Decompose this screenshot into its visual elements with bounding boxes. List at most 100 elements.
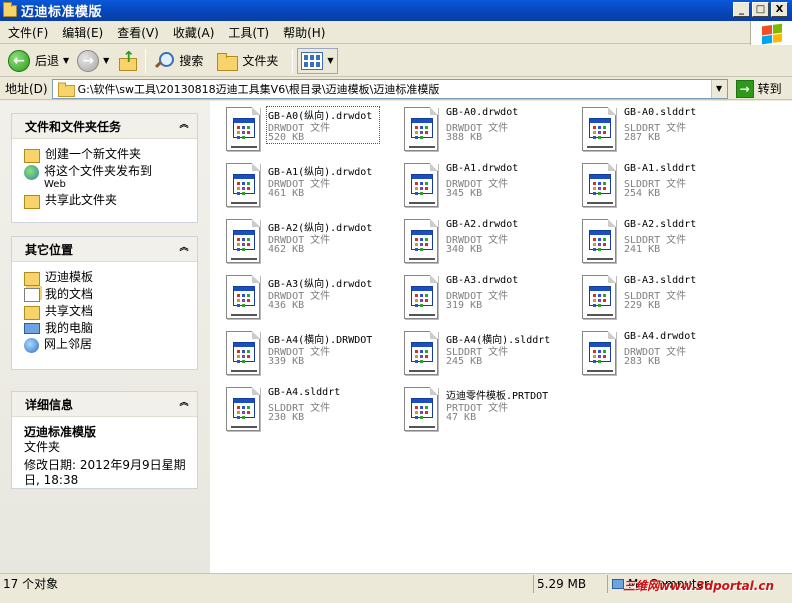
file-name: GB-A0.drwdot xyxy=(446,107,519,118)
toolbar-separator xyxy=(292,48,294,73)
search-button[interactable]: 搜索 xyxy=(150,48,207,74)
place-maidi-templates[interactable]: 迈迪模板 xyxy=(24,271,189,286)
file-item[interactable]: GB-A2.slddrt SLDDRT 文件 241 KB xyxy=(570,217,742,269)
close-button[interactable]: X xyxy=(771,2,788,17)
back-button[interactable]: ← 后退 ▼ xyxy=(4,48,73,74)
file-item[interactable]: GB-A3.drwdot DRWDOT 文件 319 KB xyxy=(392,273,564,325)
toolbar-separator xyxy=(145,48,147,73)
chevron-down-icon[interactable]: ▼ xyxy=(103,56,109,65)
go-label: 转到 xyxy=(757,82,782,96)
file-item[interactable]: 迈迪零件模板.PRTDOT PRTDOT 文件 47 KB xyxy=(392,385,564,437)
file-item[interactable]: GB-A1.slddrt SLDDRT 文件 254 KB xyxy=(570,161,742,213)
template-file-icon xyxy=(400,331,440,377)
place-my-documents[interactable]: 我的文档 xyxy=(24,288,189,302)
detail-type: 文件夹 xyxy=(24,440,61,454)
template-file-icon xyxy=(578,219,618,265)
menu-view[interactable]: 查看(V) xyxy=(110,24,166,41)
file-item[interactable]: GB-A3.slddrt SLDDRT 文件 229 KB xyxy=(570,273,742,325)
collapse-icon[interactable]: ︽ xyxy=(177,119,191,133)
minimize-button[interactable]: _ xyxy=(733,2,750,17)
template-file-icon xyxy=(222,387,262,433)
up-folder-button[interactable] xyxy=(113,48,141,74)
forward-button[interactable]: → ▼ xyxy=(73,48,113,74)
views-button[interactable]: ▼ xyxy=(297,47,338,74)
folder-icon xyxy=(217,52,239,71)
details-panel: 详细信息 ︽ 迈迪标准模版 文件夹 修改日期: 2012年9月9日星期 日, 1… xyxy=(11,391,198,489)
task-new-folder[interactable]: 创建一个新文件夹 xyxy=(24,147,189,163)
back-arrow-icon: ← xyxy=(8,49,30,72)
detail-modified: 修改日期: 2012年9月9日星期 xyxy=(24,458,186,472)
go-button[interactable]: → 转到 xyxy=(735,79,782,98)
maximize-button[interactable]: □ xyxy=(752,2,769,17)
file-size: 340 KB xyxy=(446,244,483,255)
folders-button[interactable]: 文件夹 xyxy=(213,48,282,74)
menu-tools[interactable]: 工具(T) xyxy=(221,24,276,41)
title-bar: 迈迪标准模版 _ □ X xyxy=(0,0,792,21)
file-item[interactable]: GB-A0(纵向).drwdot DRWDOT 文件 520 KB xyxy=(214,105,386,157)
search-label: 搜索 xyxy=(179,54,204,68)
file-size: 241 KB xyxy=(624,244,661,255)
places-panel: 其它位置 ︽ 迈迪模板 我的文档 共享文档 我的电脑 网上邻居 xyxy=(11,236,198,370)
tasks-panel: 文件和文件夹任务 ︽ 创建一个新文件夹 将这个文件夹发布到 Web 共享此文件夹 xyxy=(11,113,198,223)
template-file-icon xyxy=(400,107,440,153)
window-title: 迈迪标准模版 xyxy=(21,5,103,20)
task-label: 创建一个新文件夹 xyxy=(45,147,142,161)
place-network[interactable]: 网上邻居 xyxy=(24,338,189,353)
go-arrow-icon: → xyxy=(735,79,754,98)
file-size: 287 KB xyxy=(624,132,661,143)
places-panel-header[interactable]: 其它位置 ︽ xyxy=(12,237,197,262)
detail-name: 迈迪标准模版 xyxy=(24,425,97,439)
file-item[interactable]: GB-A1.drwdot DRWDOT 文件 345 KB xyxy=(392,161,564,213)
task-label: 共享此文件夹 xyxy=(45,193,118,207)
details-panel-title: 详细信息 xyxy=(25,397,74,412)
file-item[interactable]: GB-A1(纵向).drwdot DRWDOT 文件 461 KB xyxy=(214,161,386,213)
windows-logo-icon xyxy=(750,21,792,46)
folder-icon xyxy=(3,1,17,17)
address-path: G:\软件\sw工具\20130818迈迪工具集V6\根目录\迈迪模板\迈迪标准… xyxy=(77,82,440,96)
file-item[interactable]: GB-A4.drwdot DRWDOT 文件 283 KB xyxy=(570,329,742,381)
chevron-down-icon[interactable]: ▼ xyxy=(710,79,727,98)
file-name: GB-A3.drwdot xyxy=(446,275,519,286)
chevron-down-icon[interactable]: ▼ xyxy=(327,56,333,65)
share-folder-icon xyxy=(24,195,40,209)
details-panel-header[interactable]: 详细信息 ︽ xyxy=(12,392,197,417)
file-size: 339 KB xyxy=(268,356,305,367)
template-file-icon xyxy=(578,331,618,377)
network-icon xyxy=(24,338,39,353)
place-label: 共享文档 xyxy=(45,304,94,318)
task-share-folder[interactable]: 共享此文件夹 xyxy=(24,193,189,209)
task-pane: 文件和文件夹任务 ︽ 创建一个新文件夹 将这个文件夹发布到 Web 共享此文件夹 xyxy=(0,101,210,573)
file-name: GB-A0.slddrt xyxy=(624,107,697,118)
template-file-icon xyxy=(222,219,262,265)
file-item[interactable]: GB-A0.drwdot DRWDOT 文件 388 KB xyxy=(392,105,564,157)
address-bar: 地址(D) G:\软件\sw工具\20130818迈迪工具集V6\根目录\迈迪模… xyxy=(0,78,792,100)
address-field[interactable]: G:\软件\sw工具\20130818迈迪工具集V6\根目录\迈迪模板\迈迪标准… xyxy=(51,78,728,99)
place-my-computer[interactable]: 我的电脑 xyxy=(24,322,189,335)
file-item[interactable]: GB-A0.slddrt SLDDRT 文件 287 KB xyxy=(570,105,742,157)
toolbar: ← 后退 ▼ → ▼ 搜索 文件夹 ▼ xyxy=(0,45,792,77)
collapse-icon[interactable]: ︽ xyxy=(177,397,191,411)
file-name: GB-A4.drwdot xyxy=(624,331,697,342)
file-item[interactable]: GB-A4(横向).slddrt SLDDRT 文件 245 KB xyxy=(392,329,564,381)
watermark: 三维网www.3dportal.cn xyxy=(623,579,774,593)
file-item[interactable]: GB-A3(纵向).drwdot DRWDOT 文件 436 KB xyxy=(214,273,386,325)
menu-file[interactable]: 文件(F) xyxy=(0,24,55,41)
shared-folder-icon xyxy=(24,306,40,320)
place-shared-documents[interactable]: 共享文档 xyxy=(24,304,189,320)
file-size: 461 KB xyxy=(268,188,305,199)
task-publish-web[interactable]: 将这个文件夹发布到 Web xyxy=(24,165,189,191)
file-item[interactable]: GB-A4(横向).DRWDOT DRWDOT 文件 339 KB xyxy=(214,329,386,381)
menu-favorites[interactable]: 收藏(A) xyxy=(166,24,222,41)
file-item[interactable]: GB-A2.drwdot DRWDOT 文件 340 KB xyxy=(392,217,564,269)
file-item[interactable]: GB-A4.slddrt SLDDRT 文件 230 KB xyxy=(214,385,386,437)
tasks-panel-header[interactable]: 文件和文件夹任务 ︽ xyxy=(12,114,197,139)
folders-label: 文件夹 xyxy=(242,54,279,68)
template-file-icon xyxy=(400,219,440,265)
menu-help[interactable]: 帮助(H) xyxy=(276,24,332,41)
detail-modified-cont: 日, 18:38 xyxy=(24,473,79,487)
file-item[interactable]: GB-A2(纵向).drwdot DRWDOT 文件 462 KB xyxy=(214,217,386,269)
window-controls: _ □ X xyxy=(733,2,788,17)
collapse-icon[interactable]: ︽ xyxy=(177,242,191,256)
chevron-down-icon[interactable]: ▼ xyxy=(63,56,69,65)
menu-edit[interactable]: 编辑(E) xyxy=(55,24,110,41)
